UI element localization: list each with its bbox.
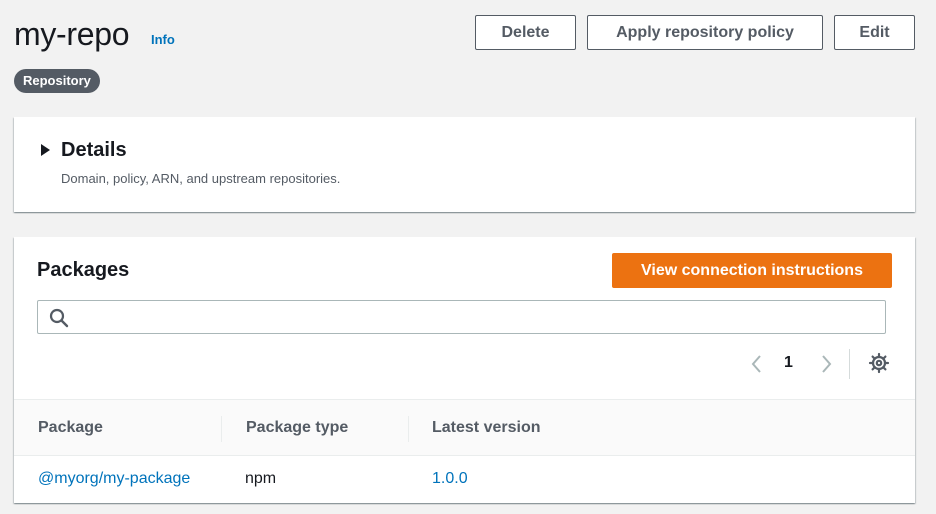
- package-search[interactable]: [37, 300, 886, 334]
- packages-section: Packages View connection instructions 1: [14, 237, 915, 503]
- chevron-left-icon[interactable]: [746, 351, 768, 377]
- caret-right-icon[interactable]: [41, 144, 50, 156]
- package-type: npm: [245, 470, 277, 487]
- search-input[interactable]: [76, 301, 876, 333]
- packages-table-header: Package Package type Latest version: [14, 399, 915, 456]
- page-title: my-repo: [14, 16, 130, 52]
- gear-icon[interactable]: [868, 352, 890, 374]
- column-header-package[interactable]: Package: [38, 419, 103, 437]
- details-description: Domain, policy, ARN, and upstream reposi…: [61, 171, 341, 186]
- delete-button[interactable]: Delete: [475, 15, 576, 50]
- pagination-divider: [849, 349, 850, 379]
- chevron-right-icon[interactable]: [815, 351, 837, 377]
- search-icon: [49, 308, 69, 328]
- column-divider: [408, 416, 409, 442]
- info-link[interactable]: Info: [151, 32, 175, 47]
- apply-repository-policy-button[interactable]: Apply repository policy: [587, 15, 823, 50]
- view-connection-instructions-button[interactable]: View connection instructions: [612, 253, 892, 288]
- details-section[interactable]: Details Domain, policy, ARN, and upstrea…: [14, 117, 915, 212]
- latest-version-link[interactable]: 1.0.0: [432, 470, 468, 488]
- repository-badge: Repository: [14, 69, 100, 93]
- column-header-package-type[interactable]: Package type: [246, 419, 348, 437]
- table-row: @myorg/my-package npm 1.0.0: [14, 456, 915, 503]
- details-title[interactable]: Details: [61, 139, 127, 162]
- edit-button[interactable]: Edit: [834, 15, 915, 50]
- column-header-latest-version[interactable]: Latest version: [432, 419, 540, 437]
- package-name-link[interactable]: @myorg/my-package: [38, 470, 190, 488]
- packages-title: Packages: [37, 259, 130, 281]
- column-divider: [221, 416, 222, 442]
- repository-page: my-repo Info Repository Delete Apply rep…: [0, 0, 936, 514]
- current-page-number[interactable]: 1: [784, 354, 793, 372]
